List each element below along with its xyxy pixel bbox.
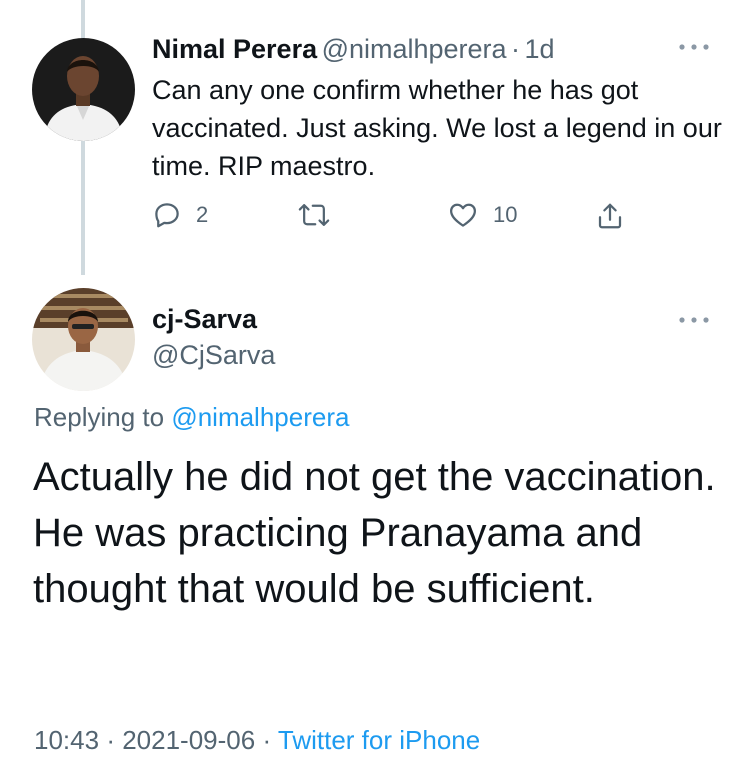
meta-separator: · xyxy=(262,725,272,755)
reply-button[interactable]: 2 xyxy=(152,200,208,230)
reply-icon xyxy=(155,203,179,228)
meta-separator: · xyxy=(106,725,115,755)
more-options-icon[interactable] xyxy=(676,40,712,58)
replying-to-handle-link[interactable]: @nimalhperera xyxy=(171,402,349,432)
tweet1-header: Nimal Perera @nimalhperera · 1d xyxy=(152,34,555,65)
tweet-time[interactable]: 1d xyxy=(524,34,554,64)
author-handle[interactable]: @nimalhperera xyxy=(322,34,507,64)
more-options-icon[interactable] xyxy=(676,313,712,331)
tweet-date[interactable]: 2021-09-06 xyxy=(122,725,255,755)
tweet-meta: 10:43 · 2021-09-06 · Twitter for iPhone xyxy=(34,725,480,756)
share-button[interactable] xyxy=(595,200,625,232)
tweet-source-link[interactable]: Twitter for iPhone xyxy=(278,725,480,755)
author-name[interactable]: Nimal Perera xyxy=(152,34,317,64)
like-button[interactable]: 10 xyxy=(447,200,517,230)
like-count: 10 xyxy=(493,202,518,227)
heart-icon xyxy=(450,203,476,227)
avatar-cjsarva[interactable] xyxy=(32,288,135,391)
replying-to: Replying to @nimalhperera xyxy=(34,402,349,433)
author-name[interactable]: cj-Sarva xyxy=(152,304,257,335)
replying-to-label: Replying to xyxy=(34,402,172,432)
author-handle[interactable]: @CjSarva xyxy=(152,340,275,371)
avatar-nimal[interactable] xyxy=(32,38,135,141)
share-icon xyxy=(598,203,622,229)
reply-count: 2 xyxy=(196,202,209,227)
retweet-button[interactable] xyxy=(298,200,344,230)
tweet-time[interactable]: 10:43 xyxy=(34,725,99,755)
tweet2-text: Actually he did not get the vaccination.… xyxy=(33,455,716,611)
retweet-icon xyxy=(298,204,330,226)
tweet1-text: Can any one confirm whether he has got v… xyxy=(152,75,722,181)
time-separator: · xyxy=(511,34,521,64)
